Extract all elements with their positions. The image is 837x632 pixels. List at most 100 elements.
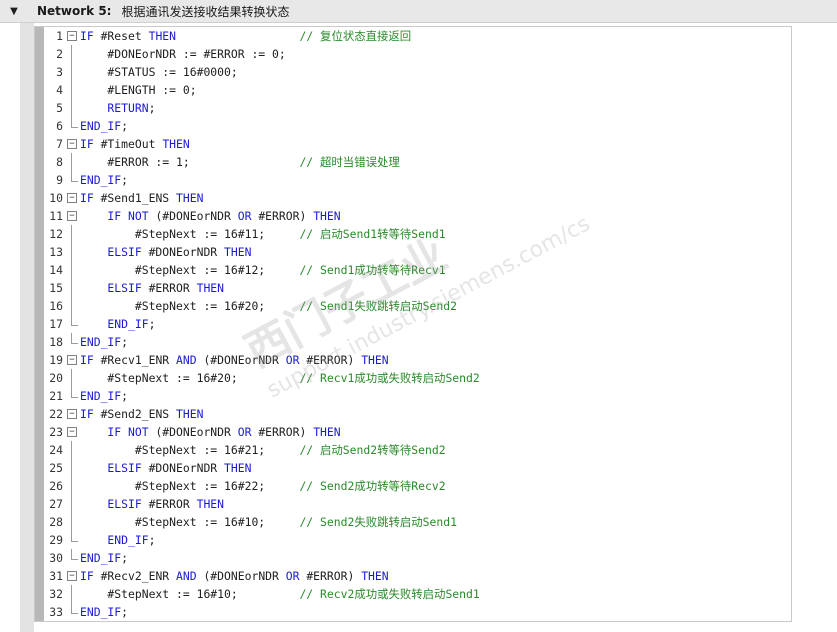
code-line[interactable]: 12 #StepNext := 16#11; // 启动Send1转等待Send… <box>44 225 791 243</box>
code-line[interactable]: 6 END_IF; <box>44 117 791 135</box>
keyword-token: THEN <box>148 29 177 43</box>
keyword-token: END_IF <box>80 551 122 565</box>
code-token: #StepNext := 16#20; <box>80 299 300 313</box>
code-line[interactable]: 29 END_IF; <box>44 531 791 549</box>
code-line[interactable]: 23− IF NOT (#DONEorNDR OR #ERROR) THEN <box>44 423 791 441</box>
line-number: 20 <box>49 371 63 385</box>
network-header[interactable]: ▼ Network 5: 根据通讯发送接收结果转换状态 <box>0 0 837 23</box>
keyword-token: END_IF <box>80 119 122 133</box>
fold-minus-icon[interactable]: − <box>67 427 77 437</box>
code-text: END_IF; <box>80 315 155 333</box>
keyword-token: ELSIF <box>80 281 149 295</box>
code-line[interactable]: 30 END_IF; <box>44 549 791 567</box>
fold-minus-icon[interactable]: − <box>67 193 77 203</box>
code-line[interactable]: 7− IF #TimeOut THEN <box>44 135 791 153</box>
code-token: #STATUS := 16#0000; <box>80 65 238 79</box>
collapse-triangle-icon[interactable]: ▼ <box>9 6 19 17</box>
code-line[interactable]: 11− IF NOT (#DONEorNDR OR #ERROR) THEN <box>44 207 791 225</box>
code-line[interactable]: 1− IF #Reset THEN // 复位状态直接返回 <box>44 27 791 45</box>
line-number: 5 <box>56 101 63 115</box>
code-text: IF #Recv1_ENR AND (#DONEorNDR OR #ERROR)… <box>80 351 389 369</box>
fold-minus-icon[interactable]: − <box>67 355 77 365</box>
code-line[interactable]: 4 #LENGTH := 0; <box>44 81 791 99</box>
code-text: IF #Send1_ENS THEN <box>80 189 203 207</box>
comment-token: // 复位状态直接返回 <box>299 29 412 43</box>
keyword-token: IF NOT <box>80 209 156 223</box>
code-line[interactable]: 9 END_IF; <box>44 171 791 189</box>
code-line[interactable]: 32 #StepNext := 16#10; // Recv2成功或失败转启动S… <box>44 585 791 603</box>
fold-guide-line <box>71 585 72 603</box>
code-line[interactable]: 19− IF #Recv1_ENR AND (#DONEorNDR OR #ERR… <box>44 351 791 369</box>
code-token: #ERROR <box>148 497 197 511</box>
keyword-token: OR <box>237 209 259 223</box>
code-line[interactable]: 18 END_IF; <box>44 333 791 351</box>
fold-minus-icon[interactable]: − <box>67 571 77 581</box>
code-line[interactable]: 8 #ERROR := 1; // 超时当错误处理 <box>44 153 791 171</box>
line-number: 16 <box>49 299 63 313</box>
code-line[interactable]: 33 END_IF; <box>44 603 791 621</box>
line-number: 30 <box>49 551 63 565</box>
keyword-token: THEN <box>224 461 252 475</box>
code-lines: 1− IF #Reset THEN // 复位状态直接返回 2 #DONEorNDR… <box>44 27 791 621</box>
code-line[interactable]: 28 #StepNext := 16#10; // Send2失败跳转启动Sen… <box>44 513 791 531</box>
keyword-token: ELSIF <box>80 461 149 475</box>
fold-minus-icon[interactable]: − <box>67 31 77 41</box>
fold-minus-icon[interactable]: − <box>67 211 77 221</box>
keyword-token: OR <box>237 425 259 439</box>
keyword-token: IF <box>80 137 101 151</box>
line-number: 23 <box>49 425 63 439</box>
code-text: IF NOT (#DONEorNDR OR #ERROR) THEN <box>80 207 340 225</box>
code-line[interactable]: 2 #DONEorNDR := #ERROR := 0; <box>44 45 791 63</box>
keyword-token: THEN <box>162 137 190 151</box>
code-text: #DONEorNDR := #ERROR := 0; <box>80 45 285 63</box>
code-text: #LENGTH := 0; <box>80 81 196 99</box>
keyword-token: IF <box>80 191 101 205</box>
code-line[interactable]: 26 #StepNext := 16#22; // Send2成功转等待Recv… <box>44 477 791 495</box>
keyword-token: THEN <box>361 353 389 367</box>
code-text: ELSIF #DONEorNDR THEN <box>80 459 251 477</box>
line-number: 15 <box>49 281 63 295</box>
code-line[interactable]: 25 ELSIF #DONEorNDR THEN <box>44 459 791 477</box>
code-line[interactable]: 13 ELSIF #DONEorNDR THEN <box>44 243 791 261</box>
fold-minus-icon[interactable]: − <box>67 409 77 419</box>
code-line[interactable]: 5 RETURN; <box>44 99 791 117</box>
code-line[interactable]: 17 END_IF; <box>44 315 791 333</box>
network-comment[interactable]: 根据通讯发送接收结果转换状态 <box>121 3 289 20</box>
fold-minus-icon[interactable]: − <box>67 139 77 149</box>
line-number: 22 <box>49 407 63 421</box>
fold-guide-line <box>71 459 72 477</box>
comment-token: // 启动Send2转等待Send2 <box>299 443 446 457</box>
code-token: #TimeOut <box>100 137 163 151</box>
code-line[interactable]: 21 END_IF; <box>44 387 791 405</box>
line-number: 8 <box>56 155 63 169</box>
code-line[interactable]: 16 #StepNext := 16#20; // Send1失败跳转启动Sen… <box>44 297 791 315</box>
keyword-token: END_IF <box>80 389 122 403</box>
code-text: ELSIF #ERROR THEN <box>80 495 224 513</box>
code-line[interactable]: 3 #STATUS := 16#0000; <box>44 63 791 81</box>
line-number: 27 <box>49 497 63 511</box>
line-number: 10 <box>49 191 63 205</box>
scl-code-editor[interactable]: 1− IF #Reset THEN // 复位状态直接返回 2 #DONEorNDR… <box>34 26 792 622</box>
keyword-token: IF <box>80 407 101 421</box>
comment-token: // Send2失败跳转启动Send1 <box>299 515 457 529</box>
code-line[interactable]: 14 #StepNext := 16#12; // Send1成功转等待Recv… <box>44 261 791 279</box>
code-line[interactable]: 24 #StepNext := 16#21; // 启动Send2转等待Send… <box>44 441 791 459</box>
code-line[interactable]: 15 ELSIF #ERROR THEN <box>44 279 791 297</box>
fold-guide-line <box>71 81 72 99</box>
code-token: #Recv1_ENR <box>100 353 177 367</box>
keyword-token: THEN <box>176 191 204 205</box>
keyword-token: ELSIF <box>80 245 149 259</box>
network-left-strip <box>20 23 34 632</box>
code-line[interactable]: 20 #StepNext := 16#20; // Recv1成功或失败转启动S… <box>44 369 791 387</box>
code-line[interactable]: 31− IF #Recv2_ENR AND (#DONEorNDR OR #ERR… <box>44 567 791 585</box>
keyword-token: THEN <box>361 569 389 583</box>
code-text: END_IF; <box>80 333 128 351</box>
keyword-token: END_IF <box>80 335 122 349</box>
code-line[interactable]: 10− IF #Send1_ENS THEN <box>44 189 791 207</box>
keyword-token: END_IF <box>80 533 149 547</box>
code-line[interactable]: 27 ELSIF #ERROR THEN <box>44 495 791 513</box>
keyword-token: IF <box>80 569 101 583</box>
code-line[interactable]: 22− IF #Send2_ENS THEN <box>44 405 791 423</box>
fold-end-marker <box>71 603 78 614</box>
